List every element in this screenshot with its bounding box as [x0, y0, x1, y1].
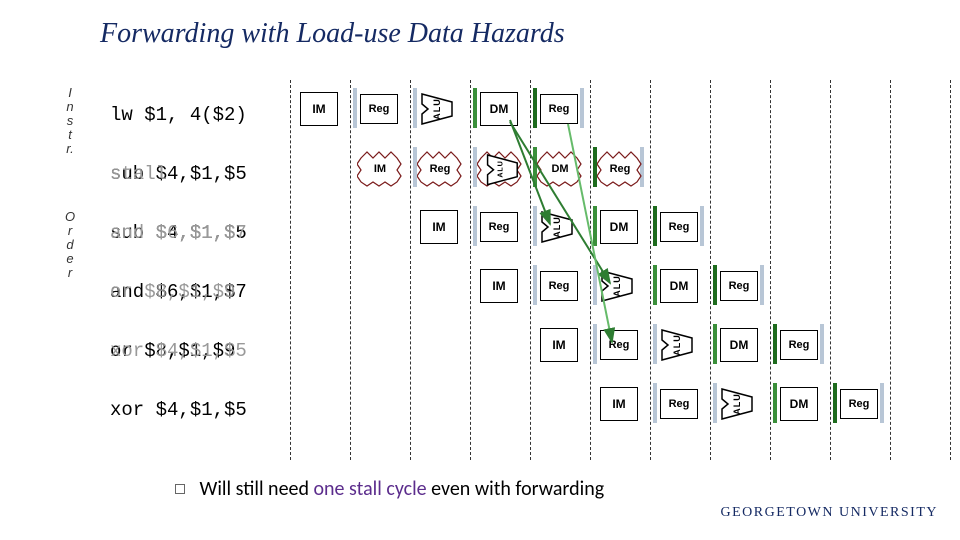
instruction-text: sub $4,$1,$5stall [110, 163, 247, 185]
footer-pre: Will still need [200, 477, 314, 501]
pipeline-latch [473, 206, 477, 246]
stage-im: IM [540, 328, 578, 362]
pipeline-row: lw $1, 4($2) IM Reg ALU DM Reg [110, 90, 960, 130]
clock-divider [530, 80, 531, 460]
instruction-text: sub $4,$1,$5and $6,$1,$7 [110, 222, 247, 244]
clock-divider [770, 80, 771, 460]
stage-im: IM [600, 387, 638, 421]
stage-reg: Reg [600, 328, 638, 360]
pipeline-latch [593, 265, 597, 305]
georgetown-logo: GEORGETOWN UNIVERSITY [721, 506, 939, 520]
clock-divider [590, 80, 591, 460]
footer-accent: one stall cycle [314, 477, 427, 501]
instruction-text: or $8,$1,$9xor $4,$1,$5 [110, 340, 235, 362]
stage-dm: DM [540, 151, 580, 187]
instruction-main: xor $4,$1,$5 [110, 399, 247, 421]
pipeline-latch [713, 383, 717, 423]
pipeline-latch [773, 324, 777, 364]
stage-alu: ALU [480, 151, 520, 187]
instr-order-label-bottom: O r d e r [65, 210, 75, 280]
pipeline-row: and $6,$1,$7or $8,$1,$9 IM Reg ALU DM Reg [110, 267, 960, 307]
stage-reg: Reg [480, 210, 518, 242]
stage-dm: DM [600, 210, 638, 244]
pipeline-latch [593, 324, 597, 364]
stage-alu: ALU [540, 210, 574, 244]
pipeline-diagram: I n s t r. O r d e r lw $1, 4($2) IM Reg AL… [30, 80, 940, 460]
pipeline-row: xor $4,$1,$5 IM Reg ALU DM Reg [110, 385, 960, 425]
pipeline-latch [653, 265, 657, 305]
pipeline-latch [713, 265, 717, 305]
stage-wb: Reg [780, 328, 818, 360]
pipeline-latch [533, 265, 537, 305]
pipeline-latch [773, 383, 777, 423]
pipeline-latch [653, 383, 657, 423]
bullet-icon [175, 484, 185, 494]
pipeline-latch [473, 88, 477, 128]
footer-note: Will still need one stall cycle even wit… [175, 477, 604, 501]
stage-alu: ALU [420, 92, 454, 126]
pipeline-latch [820, 324, 824, 364]
stage-reg: Reg [420, 151, 460, 187]
stage-im: IM [360, 151, 400, 187]
stage-wb: Reg [660, 210, 698, 242]
pipeline-latch [653, 324, 657, 364]
pipeline-latch [533, 206, 537, 246]
pipeline-latch [593, 206, 597, 246]
pipeline-row: or $8,$1,$9xor $4,$1,$5 IM Reg ALU DM Reg [110, 326, 960, 366]
pipeline-latch [580, 88, 584, 128]
clock-divider [290, 80, 291, 460]
instruction-text: xor $4,$1,$5 [110, 399, 247, 421]
stage-alu: ALU [600, 269, 634, 303]
clock-divider [650, 80, 651, 460]
stage-reg: Reg [540, 269, 578, 301]
stage-im: IM [300, 92, 338, 126]
page-title: Forwarding with Load-use Data Hazards [100, 18, 565, 50]
footer-post: even with forwarding [427, 477, 605, 501]
stage-im: IM [480, 269, 518, 303]
instruction-text: lw $1, 4($2) [110, 104, 247, 126]
instruction-ghost: or $8,$1,$9 [110, 281, 235, 303]
stage-dm: DM [480, 92, 518, 126]
pipeline-latch [353, 88, 357, 128]
pipeline-latch [713, 324, 717, 364]
stage-reg: Reg [360, 92, 398, 124]
clock-divider [350, 80, 351, 460]
stage-wb: Reg [540, 92, 578, 124]
instruction-ghost: and $6,$1,$7 [110, 222, 247, 244]
pipeline-latch [833, 383, 837, 423]
instruction-text: and $6,$1,$7or $8,$1,$9 [110, 281, 247, 303]
pipeline-latch [533, 88, 537, 128]
pipeline-row: sub $4,$1,$5stall IM Reg ALU DM Reg [110, 149, 960, 189]
stage-wb: Reg [840, 387, 878, 419]
stage-alu: ALU [660, 328, 694, 362]
stage-dm: DM [660, 269, 698, 303]
pipeline-row: sub $4,$1,$5and $6,$1,$7 IM Reg ALU DM Reg [110, 208, 960, 248]
instr-order-label-top: I n s t r. [65, 86, 75, 156]
instruction-ghost: stall [110, 163, 167, 185]
pipeline-latch [880, 383, 884, 423]
instruction-ghost: xor $4,$1,$5 [110, 340, 247, 362]
stage-alu: ALU [720, 387, 754, 421]
pipeline-latch [413, 88, 417, 128]
pipeline-latch [760, 265, 764, 305]
stage-dm: DM [780, 387, 818, 421]
stage-im: IM [420, 210, 458, 244]
stage-reg: Reg [660, 387, 698, 419]
clock-divider [830, 80, 831, 460]
clock-divider [950, 80, 951, 460]
pipeline-latch [700, 206, 704, 246]
instruction-main: lw $1, 4($2) [110, 104, 247, 126]
stage-wb: Reg [720, 269, 758, 301]
clock-divider [890, 80, 891, 460]
clock-divider [710, 80, 711, 460]
stage-dm: DM [720, 328, 758, 362]
clock-divider [410, 80, 411, 460]
pipeline-latch [653, 206, 657, 246]
stage-wb: Reg [600, 151, 640, 187]
clock-divider [470, 80, 471, 460]
